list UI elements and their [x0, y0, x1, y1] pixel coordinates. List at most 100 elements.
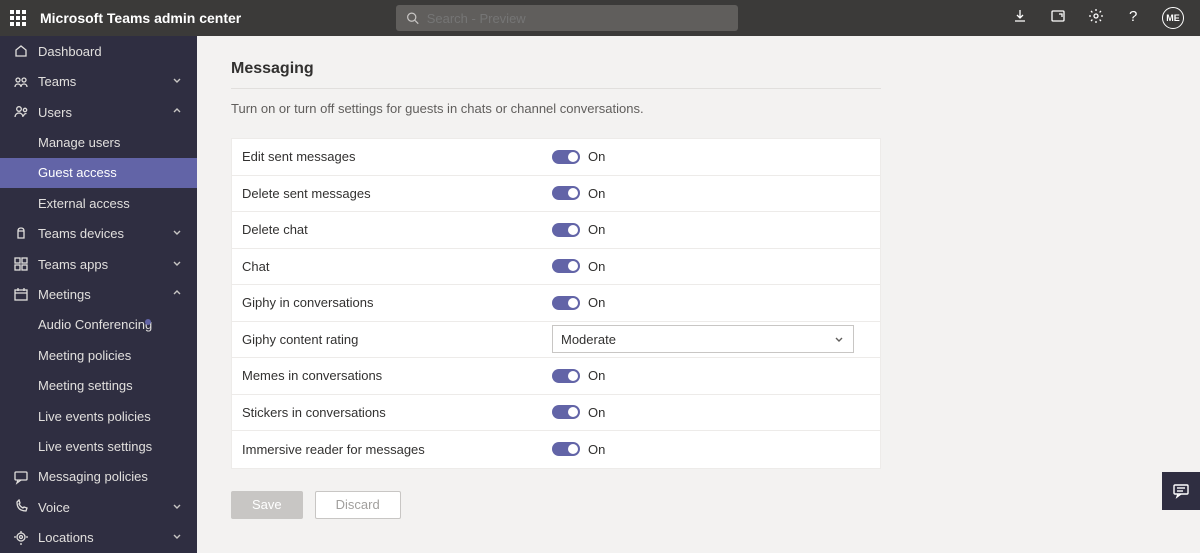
nav-label: Messaging policies — [38, 469, 185, 484]
setting-row: Giphy in conversationsOn — [232, 285, 880, 322]
chevron-down-icon — [833, 333, 845, 345]
nav-item-teams[interactable]: Teams — [0, 66, 197, 96]
nav-item-live-events-settings[interactable]: Live events settings — [0, 431, 197, 461]
search-box[interactable] — [396, 5, 738, 31]
nav-item-manage-users[interactable]: Manage users — [0, 127, 197, 157]
teams-icon — [12, 74, 30, 90]
top-header: Microsoft Teams admin center ? ME — [0, 0, 1200, 36]
search-icon — [406, 11, 419, 25]
setting-row: Edit sent messages On — [232, 139, 880, 176]
nav-item-external-access[interactable]: External access — [0, 188, 197, 218]
message-icon — [12, 469, 30, 485]
nav-label: Meeting policies — [38, 348, 185, 363]
setting-row: Delete chat On — [232, 212, 880, 249]
section-title: Messaging — [231, 60, 1166, 78]
sidebar-nav: Dashboard Teams Users Manage users Guest acc… — [0, 36, 197, 553]
nav-label: Locations — [38, 530, 171, 545]
nav-label: Teams — [38, 74, 171, 89]
chevron-down-icon — [171, 500, 185, 515]
nav-label: Audio Conferencing — [38, 317, 185, 332]
feedback-icon — [1172, 482, 1190, 500]
help-icon[interactable]: ? — [1126, 8, 1140, 29]
voice-icon — [12, 499, 30, 515]
nav-item-teams-apps[interactable]: Teams apps — [0, 249, 197, 279]
dropdown-value: Moderate — [561, 332, 616, 347]
setting-control: On — [552, 295, 605, 310]
location-icon — [12, 530, 30, 546]
app-launcher-icon[interactable] — [10, 10, 26, 26]
nav-label: Meeting settings — [38, 378, 185, 393]
nav-label: Manage users — [38, 135, 185, 150]
chevron-down-icon — [171, 530, 185, 545]
action-buttons: Save Discard — [231, 491, 1166, 519]
save-button[interactable]: Save — [231, 491, 303, 519]
toggle-switch[interactable] — [552, 405, 580, 419]
nav-item-voice[interactable]: Voice — [0, 492, 197, 522]
nav-label: Live events policies — [38, 409, 185, 424]
toggle-switch[interactable] — [552, 442, 580, 456]
toggle-state: On — [588, 186, 605, 201]
chevron-up-icon — [171, 105, 185, 120]
toggle-state: On — [588, 368, 605, 383]
settings-icon[interactable] — [1088, 8, 1104, 29]
search-input[interactable] — [427, 11, 728, 26]
devices-icon — [12, 226, 30, 242]
setting-label: Delete chat — [242, 222, 552, 237]
nav-item-live-events-policies[interactable]: Live events policies — [0, 401, 197, 431]
feedback-button[interactable] — [1162, 472, 1200, 510]
chevron-down-icon — [171, 226, 185, 241]
setting-label: Edit sent messages — [242, 149, 552, 164]
nav-label: Users — [38, 105, 171, 120]
download-icon[interactable] — [1012, 8, 1028, 29]
setting-row: Immersive reader for messagesOn — [232, 431, 880, 468]
users-icon — [12, 104, 30, 120]
toggle-switch[interactable] — [552, 259, 580, 273]
nav-item-dashboard[interactable]: Dashboard — [0, 36, 197, 66]
setting-control: On — [552, 259, 605, 274]
apps-icon — [12, 256, 30, 272]
nav-item-locations[interactable]: Locations — [0, 523, 197, 553]
toggle-state: On — [588, 149, 605, 164]
nav-item-guest-access[interactable]: Guest access — [0, 158, 197, 188]
toggle-switch[interactable] — [552, 223, 580, 237]
toggle-switch[interactable] — [552, 369, 580, 383]
setting-control: On — [552, 222, 605, 237]
toggle-state: On — [588, 442, 605, 457]
nav-label: Teams devices — [38, 226, 171, 241]
new-tab-icon[interactable] — [1050, 8, 1066, 29]
svg-text:?: ? — [1129, 8, 1137, 24]
setting-control: On — [552, 368, 605, 383]
toggle-state: On — [588, 259, 605, 274]
chevron-down-icon — [171, 74, 185, 89]
nav-item-users[interactable]: Users — [0, 97, 197, 127]
nav-label: Dashboard — [38, 44, 185, 59]
nav-label: Live events settings — [38, 439, 185, 454]
nav-item-meetings[interactable]: Meetings — [0, 279, 197, 309]
nav-item-audio-conferencing[interactable]: Audio Conferencing — [0, 310, 197, 340]
toggle-state: On — [588, 295, 605, 310]
setting-label: Giphy content rating — [242, 332, 552, 347]
nav-item-messaging-policies[interactable]: Messaging policies — [0, 462, 197, 492]
home-icon — [12, 43, 30, 59]
chevron-down-icon — [171, 257, 185, 272]
setting-row: ChatOn — [232, 249, 880, 286]
nav-item-teams-devices[interactable]: Teams devices — [0, 218, 197, 248]
toggle-switch[interactable] — [552, 186, 580, 200]
nav-item-meeting-policies[interactable]: Meeting policies — [0, 340, 197, 370]
toggle-switch[interactable] — [552, 296, 580, 310]
discard-button[interactable]: Discard — [315, 491, 401, 519]
nav-label: Guest access — [38, 165, 185, 180]
user-avatar[interactable]: ME — [1162, 7, 1184, 29]
setting-row: Stickers in conversationsOn — [232, 395, 880, 432]
setting-control: On — [552, 186, 605, 201]
setting-control: Moderate — [552, 325, 854, 353]
toggle-switch[interactable] — [552, 150, 580, 164]
settings-card: Edit sent messagesOnDelete sent messages… — [231, 138, 881, 469]
toggle-state: On — [588, 222, 605, 237]
dropdown-select[interactable]: Moderate — [552, 325, 854, 353]
nav-label: Voice — [38, 500, 171, 515]
nav-item-meeting-settings[interactable]: Meeting settings — [0, 370, 197, 400]
header-actions: ? ME — [1012, 7, 1184, 29]
setting-row: Delete sent messagesOn — [232, 176, 880, 213]
toggle-state: On — [588, 405, 605, 420]
